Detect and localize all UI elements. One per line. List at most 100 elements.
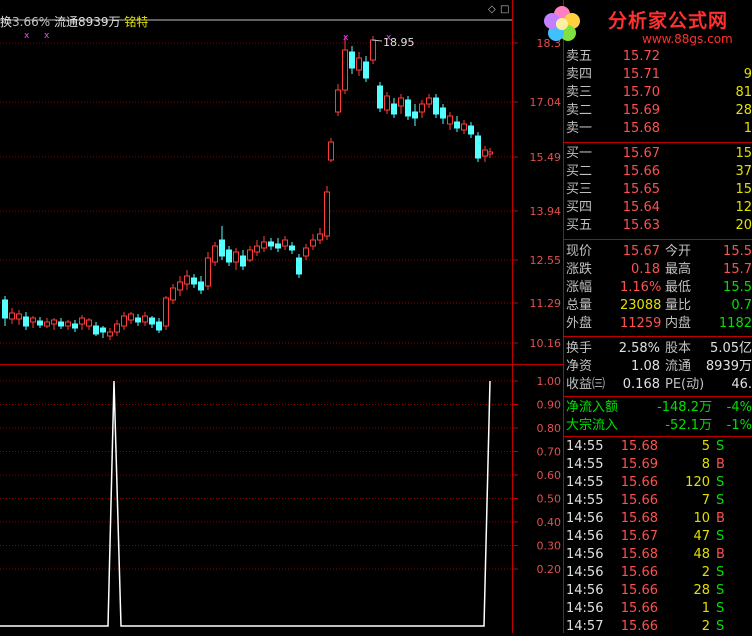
candle-body [405,99,411,117]
trade-side: S [716,619,725,634]
fund-label: 流通 [665,359,692,374]
candle-body [487,151,493,155]
fund-value: 46. [731,377,752,392]
trade-volume: 1 [701,601,710,616]
bid-label: 买三 [566,182,593,197]
square-icon[interactable]: □ [500,4,509,15]
ask-volume: 1 [743,121,752,136]
trade-side: S [716,601,725,616]
price-tick-label: 13.94 [530,205,562,218]
candle-body [289,245,295,251]
trade-volume: 47 [693,529,710,544]
flow-pct: -4% [726,400,752,415]
candle-body [282,239,288,247]
trade-price: 15.66 [620,583,658,598]
candle-body [212,245,218,263]
quote-label: 内盘 [665,316,692,331]
trade-time: 14:55 [566,475,604,490]
osc-tick-label: 0.90 [537,399,562,412]
quote-label: 涨幅 [566,280,593,295]
trade-price: 15.67 [620,529,658,544]
ask-price: 15.68 [622,121,660,136]
kline-chart[interactable]: 18.317.0415.4913.9412.5511.2910.16 1.000… [0,0,566,633]
quote-value: 11259 [620,316,662,331]
signal-marker: x [44,31,50,41]
trade-price: 15.68 [620,511,658,526]
quote-value: 0.18 [631,262,660,277]
candle-body [30,317,36,323]
diamond-icon[interactable]: ◇ [488,4,496,15]
price-tick-label: 17.04 [530,96,562,109]
header-float: 流通8939万 [53,15,121,29]
candle-body [128,313,134,321]
trade-time: 14:56 [566,565,604,580]
candle-body [454,121,460,129]
candle-body [377,85,383,109]
price-tick-label: 12.55 [530,254,562,267]
ask-volume: 81 [735,85,752,100]
candle-body [440,107,446,119]
candle-body [391,103,397,115]
header-tag: 铭特 [124,15,149,29]
quote-value: 15.5 [723,280,752,295]
osc-tick-label: 0.30 [537,540,562,553]
osc-tick-label: 0.40 [537,516,562,529]
quote-label: 涨跌 [566,262,593,277]
candle-body [363,61,369,79]
candle-body [447,115,453,125]
bid-price: 15.63 [622,218,660,233]
quote-value: 15.7 [723,262,752,277]
ask-label: 卖四 [566,67,593,82]
ask-price: 15.71 [622,67,660,82]
trade-time: 14:55 [566,439,604,454]
ask-price: 15.69 [622,103,660,118]
header-prefix: 换 [0,15,13,29]
panel-divider [564,239,752,240]
candle-body [191,277,197,285]
candle-body [23,316,29,327]
trade-volume: 48 [693,547,710,562]
candle-body [9,312,15,320]
panel-divider [564,142,752,143]
trade-price: 15.68 [620,547,658,562]
bid-price: 15.64 [622,200,660,215]
chart-header: 换3.66% 流通8939万 铭特 [0,14,148,30]
trade-price: 15.66 [620,475,658,490]
ask-volume: 9 [743,67,752,82]
ask-label: 卖二 [566,103,593,118]
trade-time: 14:56 [566,547,604,562]
trade-time: 14:55 [566,493,604,508]
trade-price: 15.69 [620,457,658,472]
bid-volume: 12 [735,200,752,215]
trade-volume: 8 [701,457,710,472]
candle-body [44,321,50,327]
trade-price: 15.66 [620,601,658,616]
osc-tick-label: 0.20 [537,563,562,576]
candle-body [482,149,488,157]
logo-url: www.88gs.com [642,32,733,46]
trade-volume: 2 [701,565,710,580]
candle-body [324,191,330,237]
quote-label: 现价 [566,244,593,259]
fund-label: 收益㈢ [566,377,606,392]
max-price-marker: 18.95 [383,36,415,49]
candle-body [100,327,106,333]
flow-label: 净流入额 [566,400,619,415]
panel-divider [564,436,752,437]
trade-time: 14:56 [566,511,604,526]
quote-value: 1.16% [620,280,662,295]
quote-value: 23088 [620,298,662,313]
bid-volume: 37 [735,164,752,179]
logo-title: 分析家公式网 [608,10,729,32]
fund-value: 8939万 [705,359,752,374]
quote-label: 今开 [665,244,692,259]
fund-label: 净资 [566,359,593,374]
trade-side: S [716,529,725,544]
candle-body [233,251,239,263]
candle-body [2,299,8,319]
flow-pct: -1% [726,418,752,433]
candle-body [468,125,474,135]
quote-label: 总量 [566,298,593,313]
price-tick-label: 11.29 [530,297,562,310]
trade-price: 15.66 [620,493,658,508]
